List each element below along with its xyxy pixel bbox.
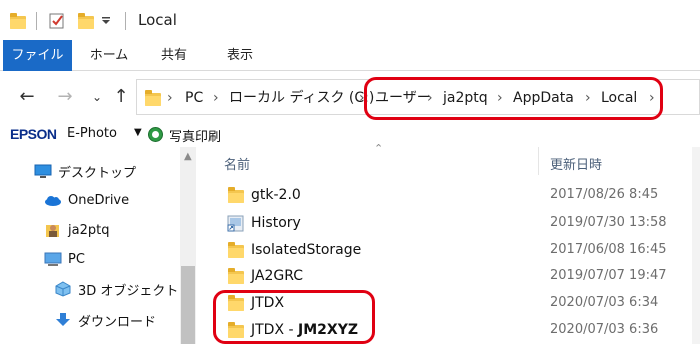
photo-print-button[interactable]: 写真印刷 (169, 126, 221, 145)
file-list-scrollbar[interactable] (692, 147, 700, 344)
nav-item-label: ja2ptq (68, 222, 110, 238)
nav-item-user[interactable]: ja2ptq (44, 218, 109, 242)
title-bar: Local (0, 0, 700, 40)
epson-toolbar: EPSON E-Photo ▼ 写真印刷 (0, 123, 700, 147)
folder-icon (228, 187, 244, 203)
list-item[interactable]: JA2GRC 2019/07/07 19:47 (224, 263, 667, 289)
sort-ascending-icon: ⌃ (374, 142, 384, 155)
file-modified: 2017/08/26 8:45 (550, 187, 659, 202)
ribbon-tabs: ファイル ホーム 共有 表示 (0, 40, 700, 71)
nav-pane-scroll-thumb[interactable] (181, 266, 195, 344)
nav-item-pc[interactable]: PC (44, 247, 85, 271)
file-modified: 2017/06/08 16:45 (550, 242, 667, 257)
epson-app-button[interactable]: E-Photo (67, 126, 117, 141)
column-header-modified[interactable]: 更新日時 (550, 154, 602, 173)
nav-item-3d-objects[interactable]: 3D オブジェクト (54, 277, 178, 301)
new-folder-icon[interactable] (78, 13, 94, 29)
list-item[interactable]: gtk-2.0 2017/08/26 8:45 (224, 182, 664, 208)
title-separator (125, 12, 126, 30)
chevron-right-icon[interactable]: › (213, 80, 219, 116)
tab-home[interactable]: ホーム (88, 40, 130, 71)
quick-access-dropdown-icon[interactable] (101, 16, 111, 26)
cloud-icon (45, 196, 61, 206)
file-name: IsolatedStorage (251, 242, 362, 258)
file-modified: 2019/07/30 13:58 (550, 215, 667, 230)
photo-print-icon[interactable] (148, 127, 163, 142)
folder-icon (228, 242, 244, 258)
file-modified: 2020/07/03 6:34 (550, 295, 659, 310)
file-modified: 2020/07/03 6:36 (550, 322, 659, 337)
recent-locations-chevron-down-icon[interactable]: ⌄ (86, 85, 108, 109)
nav-item-label: OneDrive (68, 192, 130, 208)
epson-logo: EPSON (10, 126, 57, 142)
list-item[interactable]: History 2019/07/30 13:58 (224, 210, 667, 236)
chevron-right-icon[interactable]: › (167, 80, 173, 116)
forward-button[interactable]: → (54, 85, 76, 109)
scroll-up-arrow-icon[interactable]: ▲ (184, 151, 192, 162)
nav-item-downloads[interactable]: ダウンロード (54, 308, 156, 332)
desktop-icon (34, 164, 52, 178)
nav-item-desktop[interactable]: デスクトップ (34, 159, 136, 183)
shortcut-icon (227, 215, 244, 232)
file-name: History (251, 215, 301, 231)
tab-file[interactable]: ファイル (3, 40, 72, 71)
nav-item-label: ダウンロード (78, 314, 157, 330)
tab-share[interactable]: 共有 (154, 40, 194, 71)
nav-item-label: 3D オブジェクト (78, 283, 179, 299)
folder-icon (228, 268, 244, 284)
folder-icon (145, 90, 161, 106)
tab-view[interactable]: 表示 (220, 40, 260, 71)
title-separator (36, 12, 37, 30)
file-name: JA2GRC (251, 268, 304, 284)
column-header-name[interactable]: 名前 (224, 154, 250, 173)
file-name: gtk-2.0 (251, 187, 301, 203)
user-icon (46, 225, 59, 237)
up-button[interactable]: ↑ (110, 85, 132, 109)
breadcrumb-pc[interactable]: PC (185, 80, 203, 116)
nav-item-label: デスクトップ (58, 165, 137, 181)
properties-check-icon[interactable] (48, 12, 66, 30)
pc-icon (44, 252, 62, 266)
folder-icon (10, 13, 26, 29)
window-title: Local (138, 11, 177, 29)
nav-item-onedrive[interactable]: OneDrive (44, 188, 129, 212)
list-item[interactable]: IsolatedStorage 2017/06/08 16:45 (224, 237, 667, 263)
column-separator[interactable] (538, 147, 539, 175)
3d-objects-icon (55, 281, 71, 297)
breadcrumb-local-disk[interactable]: ローカル ディスク (C:) (229, 80, 374, 116)
address-highlight-annotation (364, 77, 663, 120)
dropdown-arrow-icon[interactable]: ▼ (134, 127, 142, 138)
back-button[interactable]: ← (16, 85, 38, 109)
navigation-pane: デスクトップ OneDrive ja2ptq PC 3D オブジェクト ダウンロ… (0, 147, 196, 344)
file-modified: 2019/07/07 19:47 (550, 268, 667, 283)
download-icon (56, 313, 70, 326)
jtdx-highlight-annotation (213, 290, 375, 344)
nav-item-label: PC (68, 251, 85, 267)
